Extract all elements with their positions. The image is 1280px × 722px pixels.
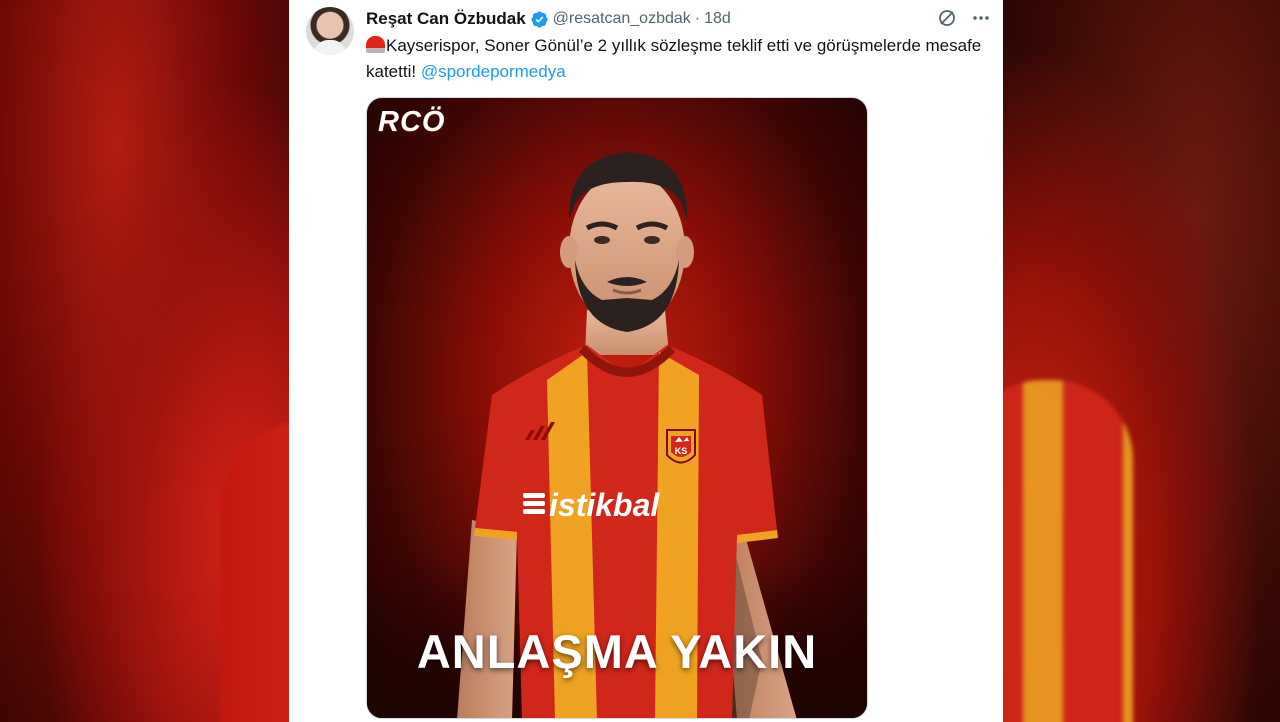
siren-emoji-icon bbox=[366, 36, 385, 53]
author-avatar[interactable] bbox=[306, 7, 354, 55]
verified-badge-icon bbox=[530, 10, 549, 29]
left-background-shoulder bbox=[220, 420, 289, 722]
author-handle[interactable]: @resatcan_ozbdak bbox=[553, 10, 691, 28]
right-background-blur bbox=[1003, 0, 1280, 722]
more-icon[interactable] bbox=[971, 8, 991, 28]
tweet-body: Kayserispor, Soner Gönül’e 2 yıllık sözl… bbox=[366, 33, 986, 85]
crest-text: KS bbox=[675, 446, 688, 456]
tweet-header: Reşat Can Özbudak @resatcan_ozbdak · 18d bbox=[366, 8, 731, 30]
author-display-name[interactable]: Reşat Can Özbudak bbox=[366, 9, 526, 29]
right-background-shoulder bbox=[1003, 380, 1133, 722]
media-headline: ANLAŞMA YAKIN bbox=[416, 625, 818, 678]
tweet-actions bbox=[937, 8, 991, 28]
left-background-blur bbox=[0, 0, 289, 722]
sponsor-text: istikbal bbox=[549, 487, 660, 523]
grok-icon[interactable] bbox=[937, 8, 957, 28]
tweet-timestamp[interactable]: 18d bbox=[704, 10, 731, 28]
screenshot-stage: Reşat Can Özbudak @resatcan_ozbdak · 18d bbox=[0, 0, 1280, 722]
tweet-card[interactable]: Reşat Can Özbudak @resatcan_ozbdak · 18d bbox=[289, 0, 1003, 722]
avatar-shirt bbox=[314, 40, 346, 55]
tweet-mention-link[interactable]: @spordepormedya bbox=[421, 62, 566, 81]
header-separator: · bbox=[694, 10, 701, 27]
brand-logo: RCÖ bbox=[378, 106, 446, 138]
tweet-media-image[interactable]: KS istikbal RCÖ ANLAŞMA YAKIN bbox=[366, 97, 868, 719]
